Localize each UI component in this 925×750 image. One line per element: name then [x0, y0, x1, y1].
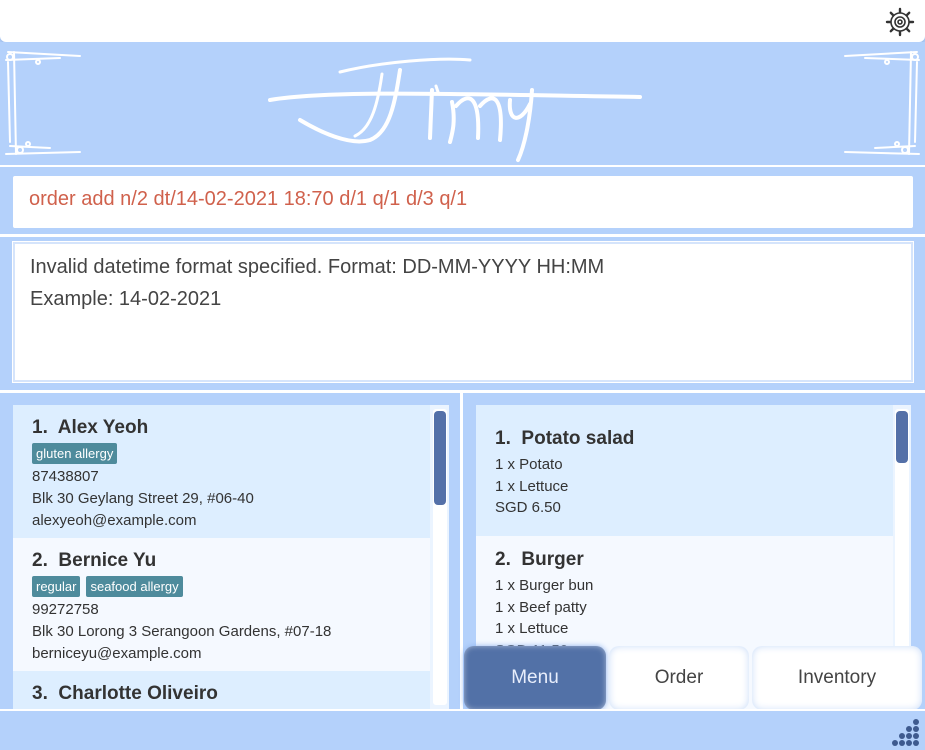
resize-grip-icon[interactable] [891, 717, 921, 747]
scrollbar-thumb[interactable] [896, 411, 908, 463]
command-input[interactable]: order add n/2 dt/14-02-2021 18:70 d/1 q/… [29, 188, 467, 211]
customer-name: Charlotte Oliveiro [58, 683, 218, 704]
gear-icon[interactable] [885, 7, 915, 37]
divider [0, 234, 925, 237]
menu-item-ingredient: 1 x Lettuce [495, 620, 569, 637]
list-item-index: 1. [495, 428, 511, 449]
tab-order[interactable]: Order [609, 646, 749, 710]
customer-address: Blk 30 Geylang Street 29, #06-40 [32, 490, 254, 507]
scrollbar[interactable] [433, 409, 447, 705]
menu-item-ingredient: 1 x Potato [495, 456, 563, 473]
command-input-box[interactable]: order add n/2 dt/14-02-2021 18:70 d/1 q/… [13, 176, 913, 228]
menu-item-ingredient: 1 x Beef patty [495, 599, 587, 616]
tab-inventory[interactable]: Inventory [752, 646, 922, 710]
menu-item-price: SGD 6.50 [495, 499, 561, 516]
jimy-logo [5, 51, 920, 162]
tag-list: gluten allergy [32, 443, 118, 464]
tag-list: regular seafood allergy [32, 576, 183, 597]
logo-banner [0, 42, 925, 167]
list-item-index: 3. [32, 683, 48, 704]
list-item-index: 2. [495, 549, 511, 570]
customer-name: Alex Yeoh [57, 417, 149, 438]
scrollbar-thumb[interactable] [434, 411, 446, 505]
list-item[interactable]: 2. Bernice Yu regular seafood allergy 99… [13, 538, 430, 671]
tag: seafood allergy [86, 576, 183, 597]
tag: gluten allergy [32, 443, 118, 464]
result-display: Invalid datetime format specified. Forma… [12, 241, 914, 383]
tab-menu[interactable]: Menu [464, 646, 606, 710]
customer-phone: 99272758 [32, 601, 99, 618]
divider [460, 393, 463, 709]
list-item[interactable]: 1. Alex Yeoh gluten allergy 87438807 Blk… [13, 405, 430, 538]
customer-email: berniceyu@example.com [32, 645, 202, 662]
result-message-line: Invalid datetime format specified. Forma… [30, 256, 605, 278]
menu-item-name: Potato salad [521, 428, 635, 449]
list-item[interactable]: 1. Potato salad 1 x Potato 1 x Lettuce S… [476, 405, 893, 536]
tag: regular [32, 576, 81, 597]
customer-address: Blk 30 Lorong 3 Serangoon Gardens, #07-1… [32, 623, 332, 640]
list-item-index: 1. [32, 417, 48, 438]
status-bar [0, 709, 925, 750]
customer-list[interactable]: 1. Alex Yeoh gluten allergy 87438807 Blk… [13, 405, 449, 709]
menu-item-name: Burger [521, 549, 584, 570]
tab-bar: Menu Order Inventory [464, 646, 925, 710]
customer-email: alexyeoh@example.com [32, 512, 197, 529]
list-item-index: 2. [32, 550, 48, 571]
list-item[interactable]: 3. Charlotte Oliveiro [13, 671, 430, 709]
menu-item-ingredient: 1 x Burger bun [495, 577, 594, 594]
top-bar [0, 0, 925, 42]
result-message-line: Example: 14-02-2021 [30, 288, 222, 310]
customer-name: Bernice Yu [58, 550, 157, 571]
menu-item-ingredient: 1 x Lettuce [495, 478, 569, 495]
customer-phone: 87438807 [32, 468, 99, 485]
